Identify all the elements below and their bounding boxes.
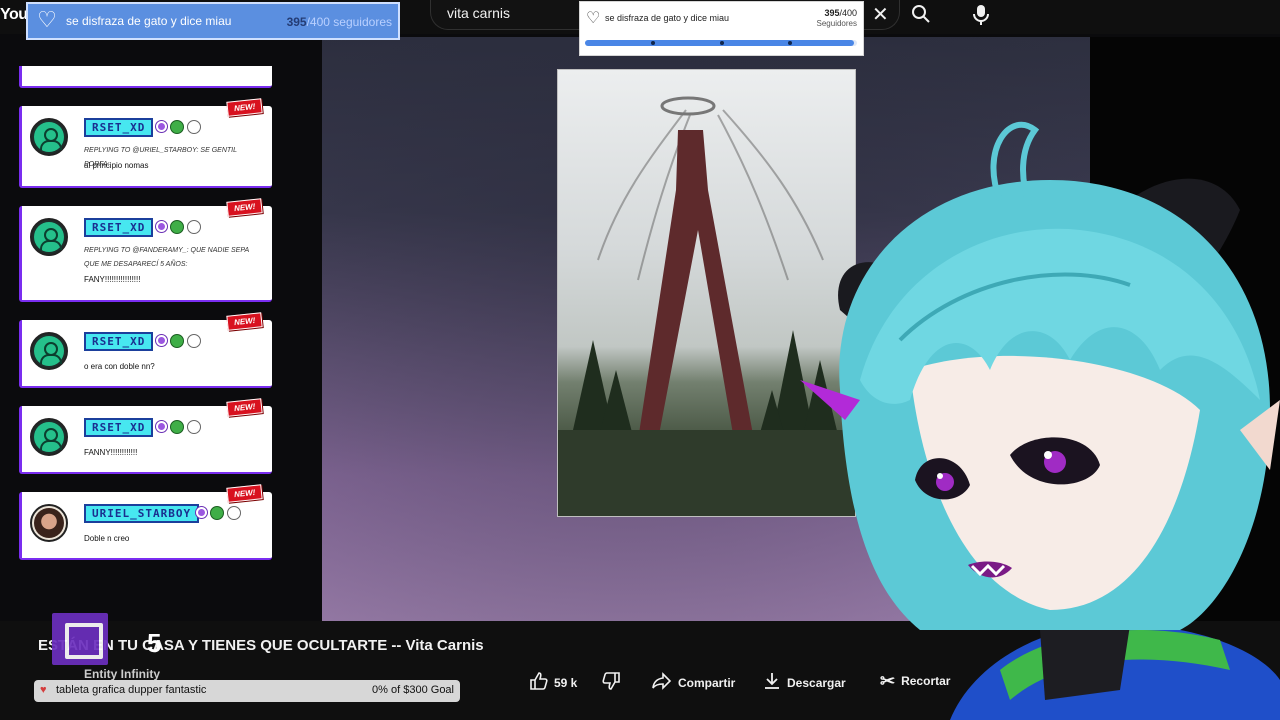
goal-card-label: Seguidores [816, 19, 857, 28]
youtube-logo[interactable]: You [0, 6, 28, 24]
thumbs-up-icon [530, 672, 548, 693]
share-button[interactable]: Compartir [652, 672, 735, 693]
subscriber-badge-icon [196, 507, 207, 518]
new-tag: NEW! [225, 98, 263, 117]
follower-goal-banner: ♡ se disfraza de gato y dice miau 395/40… [26, 2, 400, 40]
user-avatar [30, 332, 68, 370]
channel-name[interactable]: Entity Infinity [84, 667, 160, 681]
tip-goal-bar: ♥ tableta grafica dupper fantastic 0% of… [34, 680, 460, 702]
user-badges [156, 220, 201, 234]
goal-progress-marker [720, 41, 724, 45]
chat-message-text: o era con doble nn? [84, 362, 155, 371]
tip-goal-text: tableta grafica dupper fantastic [56, 684, 207, 696]
twitch-logo-icon [52, 613, 108, 665]
chat-message-text: Doble n creo [84, 534, 130, 543]
verified-badge-icon [210, 506, 224, 520]
chat-message: RSET_XD NEW! o era con doble nn? [19, 312, 272, 388]
chat-message: RSET_XD NEW! FANNY!!!!!!!!!!!! [19, 398, 272, 474]
download-icon [763, 672, 781, 693]
goal-target: /400 seguidores [306, 15, 392, 29]
chat-message: URIEL_STARBOY NEW! Doble n creo [19, 484, 272, 560]
chat-message-text: FANY!!!!!!!!!!!!!!!! [84, 275, 141, 284]
chat-overlay: RSET_XD NEW! REPLYING TO @URIEL_STARBOY:… [0, 40, 290, 580]
heart-icon: ♡ [586, 10, 601, 27]
subscriber-badge-icon [156, 221, 167, 232]
chat-message: RSET_XD NEW! REPLYING TO @URIEL_STARBOY:… [19, 98, 272, 188]
stream-screen: You vita carnis ✕ ♡ se disfraza de gato … [0, 0, 1280, 720]
new-tag: NEW! [225, 312, 263, 331]
goal-card-title: se disfraza de gato y dice miau [605, 13, 730, 23]
user-avatar [30, 504, 68, 542]
user-avatar [30, 118, 68, 156]
chat-message-text: al principio nomas [84, 161, 149, 170]
overlay-count: 5 [147, 628, 162, 658]
clear-search-icon[interactable]: ✕ [872, 5, 889, 25]
goal-card-target: /400 [839, 8, 857, 18]
goal-card-current: 395 [824, 8, 840, 18]
goal-progress-marker [651, 41, 655, 45]
goal-count: 395/400 seguidores [287, 15, 392, 29]
follower-goal-card: ♡ se disfraza de gato y dice miau 395/40… [579, 1, 864, 56]
clock-badge-icon [187, 420, 201, 434]
goal-progress-marker [788, 41, 792, 45]
goal-card-count: 395/400 [824, 8, 857, 18]
share-label: Compartir [678, 675, 736, 690]
user-badges [156, 120, 201, 134]
thumbs-down-icon [602, 672, 620, 693]
heart-icon: ♡ [37, 7, 57, 32]
clock-badge-icon [187, 220, 201, 234]
subscriber-badge-icon [156, 121, 167, 132]
chat-username[interactable]: RSET_XD [84, 418, 154, 437]
subscriber-badge-icon [156, 421, 167, 432]
tip-goal-progress: 0% of $300 Goal [372, 684, 454, 696]
verified-badge-icon [170, 220, 184, 234]
microphone-icon[interactable] [972, 4, 990, 30]
dislike-button[interactable] [602, 672, 620, 693]
reply-context: REPLYING TO @FANDERAMY_: QUE NADIE SEPA … [84, 247, 249, 268]
chat-username[interactable]: RSET_XD [84, 332, 154, 351]
user-badges [196, 506, 241, 520]
like-count: 59 k [554, 675, 578, 690]
vtuber-avatar [800, 110, 1280, 720]
chat-message-text: FANNY!!!!!!!!!!!! [84, 448, 138, 457]
verified-badge-icon [170, 120, 184, 134]
goal-progress-track [585, 40, 857, 46]
like-button[interactable]: 59 k [530, 672, 577, 693]
verified-badge-icon [170, 334, 184, 348]
chat-message-partial [19, 66, 272, 88]
chat-username[interactable]: RSET_XD [84, 218, 154, 237]
chat-username[interactable]: URIEL_STARBOY [84, 504, 200, 523]
search-query[interactable]: vita carnis [447, 5, 510, 21]
user-avatar [30, 418, 68, 456]
goal-current: 395 [286, 15, 307, 29]
verified-badge-icon [170, 420, 184, 434]
heart-icon: ♥ [40, 684, 47, 696]
chat-message: RSET_XD NEW! REPLYING TO @FANDERAMY_: QU… [19, 198, 272, 302]
chat-username[interactable]: RSET_XD [84, 118, 154, 137]
user-badges [156, 420, 201, 434]
search-icon[interactable] [911, 4, 931, 28]
new-tag: NEW! [225, 484, 263, 503]
user-avatar [30, 218, 68, 256]
user-badges [156, 334, 201, 348]
subscriber-badge-icon [156, 335, 167, 346]
clock-badge-icon [187, 334, 201, 348]
share-icon [652, 672, 672, 693]
goal-title: se disfraza de gato y dice miau [66, 14, 232, 28]
new-tag: NEW! [225, 198, 263, 217]
new-tag: NEW! [225, 398, 263, 417]
clock-badge-icon [227, 506, 241, 520]
clock-badge-icon [187, 120, 201, 134]
